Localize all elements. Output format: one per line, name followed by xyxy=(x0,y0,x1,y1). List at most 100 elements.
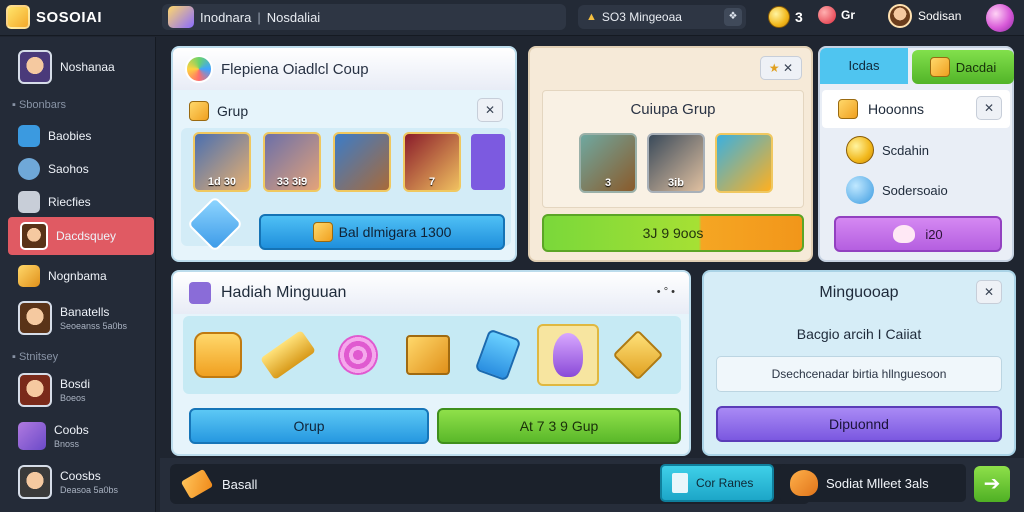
sidebar: Noshanaa ▪ Sbonbars Baobies Saohos Riecf… xyxy=(0,37,156,512)
chest-icon xyxy=(189,101,209,121)
sidebar-item-label: Saohos xyxy=(48,162,89,176)
confirm-button[interactable]: Dipuonnd xyxy=(716,406,1002,442)
page-icon xyxy=(672,473,688,493)
profile-name: Sodisan xyxy=(918,9,962,23)
document-icon xyxy=(18,191,40,213)
gem-cluster-icon[interactable] xyxy=(187,324,249,386)
sidebar-item-nognbama[interactable]: Nognbama xyxy=(6,257,152,295)
more-icon[interactable]: • ° • xyxy=(657,286,675,298)
gift-box-icon[interactable] xyxy=(397,324,459,386)
card-label: 3 xyxy=(604,177,612,189)
sidebar-item-riecfies[interactable]: Riecfies xyxy=(6,183,152,221)
rankings-button[interactable]: Cor Ranes xyxy=(660,464,774,502)
friend-status: Boeos xyxy=(60,393,86,403)
pencil-icon xyxy=(180,468,214,500)
sidebar-item-label: Dacdsquey xyxy=(56,229,117,243)
coin-icon xyxy=(768,6,790,28)
card-label: 3ib xyxy=(668,177,684,189)
claim-button[interactable]: 3J 9 9oos xyxy=(542,214,804,252)
gem-label: Gr xyxy=(841,8,856,22)
member-card[interactable] xyxy=(333,132,391,192)
heart-icon xyxy=(893,225,916,243)
group-button[interactable]: Orup xyxy=(189,408,429,444)
gold-bar-icon[interactable] xyxy=(257,324,319,386)
friend-name: Banatells xyxy=(60,305,110,319)
send-arrow-icon[interactable]: ➔ xyxy=(974,466,1010,502)
list-item[interactable]: Scdahin xyxy=(846,136,929,164)
friend-status: Seoeanss 5a0bs xyxy=(60,321,128,331)
weekly-title: Hadiah Minguuan xyxy=(221,284,347,301)
sidebar-friend-coobs[interactable]: Coobs Bnoss xyxy=(6,415,152,457)
profile-chip[interactable]: Sodisan xyxy=(888,4,961,28)
group-panel: Flepiena Oiadlcl Coup Grup ✕ 1d 30 33 3i… xyxy=(171,46,517,262)
sidebar-friend-bosdi[interactable]: Bosdi Boeos xyxy=(6,369,152,411)
side-panel: Icdas Dacdai Hooonns ✕ Scdahin Sodersoai… xyxy=(818,46,1014,262)
crystal-icon[interactable] xyxy=(537,324,599,386)
breadcrumb-item-2[interactable]: Nosdaliai xyxy=(267,10,320,25)
heart-button[interactable]: i20 xyxy=(834,216,1002,252)
mission-button[interactable]: Sodiat Mlleet 3als xyxy=(780,464,966,502)
coin-icon xyxy=(846,136,874,164)
card-label: 1d 30 xyxy=(207,176,237,188)
avatar xyxy=(18,465,52,499)
rankings-label: Cor Ranes xyxy=(696,476,754,490)
coin-counter: 3 xyxy=(768,6,803,28)
list-item[interactable]: Sodersoaio xyxy=(846,176,948,204)
cup-group-box: Cuiupa Grup 3 3ib xyxy=(542,90,804,208)
card-label: 33 3i9 xyxy=(276,176,308,188)
potion-bottle-icon[interactable] xyxy=(467,324,529,386)
group-panel-header: Flepiena Oiadlcl Coup xyxy=(173,48,515,90)
description-field[interactable]: Dsechcenadar birtia hllnguesoon xyxy=(716,356,1002,392)
gold-arrow-icon[interactable] xyxy=(607,324,669,386)
sidebar-friend-coosbs[interactable]: Coosbs Deasoa 5a0bs xyxy=(6,461,152,503)
house-icon xyxy=(929,57,950,77)
member-card[interactable]: 7 xyxy=(403,132,461,192)
reward-card[interactable]: 3ib xyxy=(647,133,705,193)
close-button[interactable]: ✕ xyxy=(976,280,1002,304)
chevron-down-icon[interactable]: ❖ xyxy=(724,8,742,26)
smiley-icon xyxy=(846,176,874,204)
tab-dacdai[interactable]: Dacdai xyxy=(912,50,1014,84)
panel-controls[interactable]: ★ ✕ xyxy=(760,56,802,80)
chest-icon xyxy=(312,222,333,242)
sidebar-item-dacdsquey[interactable]: Dacdsquey xyxy=(8,217,154,255)
candy-icon[interactable] xyxy=(327,324,389,386)
brand[interactable]: SOSOIAI xyxy=(6,5,102,29)
close-button[interactable]: ✕ xyxy=(976,96,1002,120)
sidebar-section-heading: ▪ Stnitsey xyxy=(12,351,59,363)
breadcrumb-item-1[interactable]: Inodnara xyxy=(200,10,251,25)
friend-name: Coobs xyxy=(54,423,89,437)
search-selector[interactable]: ▲ SO3 Mingeoaa ❖ xyxy=(578,5,746,29)
weekly-info-subtitle: Bacgio arcih I Caiiat xyxy=(796,326,922,342)
mission-label: Sodiat Mlleet 3als xyxy=(826,475,929,491)
game-controller-icon xyxy=(18,422,46,450)
join-group-button[interactable]: Bal dlmigara 1300 xyxy=(259,214,505,250)
reward-strip xyxy=(183,316,681,394)
list-item-label: Sodersoaio xyxy=(882,182,948,198)
weekly-rewards-panel: Hadiah Minguuan • ° • Orup At 7 3 9 Gup xyxy=(171,270,691,456)
sidebar-user[interactable]: Noshanaa xyxy=(6,47,152,87)
tab-icdas[interactable]: Icdas xyxy=(820,48,908,84)
crystal-ball-icon[interactable] xyxy=(986,4,1014,32)
coin-count: 3 xyxy=(795,9,803,25)
member-card[interactable]: 33 3i9 xyxy=(263,132,321,192)
more-members-button[interactable] xyxy=(471,134,505,190)
claim-group-button[interactable]: At 7 3 9 Gup xyxy=(437,408,681,444)
friend-status: Bnoss xyxy=(54,439,80,449)
reward-card[interactable]: 3 xyxy=(579,133,637,193)
close-button[interactable]: ✕ xyxy=(477,98,503,122)
sidebar-friend-banatells[interactable]: Banatells Seoeanss 5a0bs xyxy=(6,297,152,339)
weekly-header: Hadiah Minguuan • ° • xyxy=(173,272,689,314)
member-card[interactable]: 1d 30 xyxy=(193,132,251,192)
treasure-box-icon xyxy=(18,265,40,287)
breadcrumb[interactable]: Inodnara | Nosdaliai xyxy=(162,4,566,30)
search-value: SO3 Mingeoaa xyxy=(601,10,682,24)
group-subheader-label: Grup xyxy=(217,103,249,119)
tab-label: Dacdai xyxy=(955,59,997,75)
reward-card[interactable] xyxy=(715,133,773,193)
avatar xyxy=(18,373,52,407)
bottom-bar: Basall Cor Ranes Sodiat Mlleet 3als ➔ xyxy=(160,458,1024,512)
group-panel-title: Flepiena Oiadlcl Coup xyxy=(221,60,369,78)
gem-counter: Gr xyxy=(818,6,855,24)
side-panel-title: Hooonns xyxy=(868,101,925,117)
